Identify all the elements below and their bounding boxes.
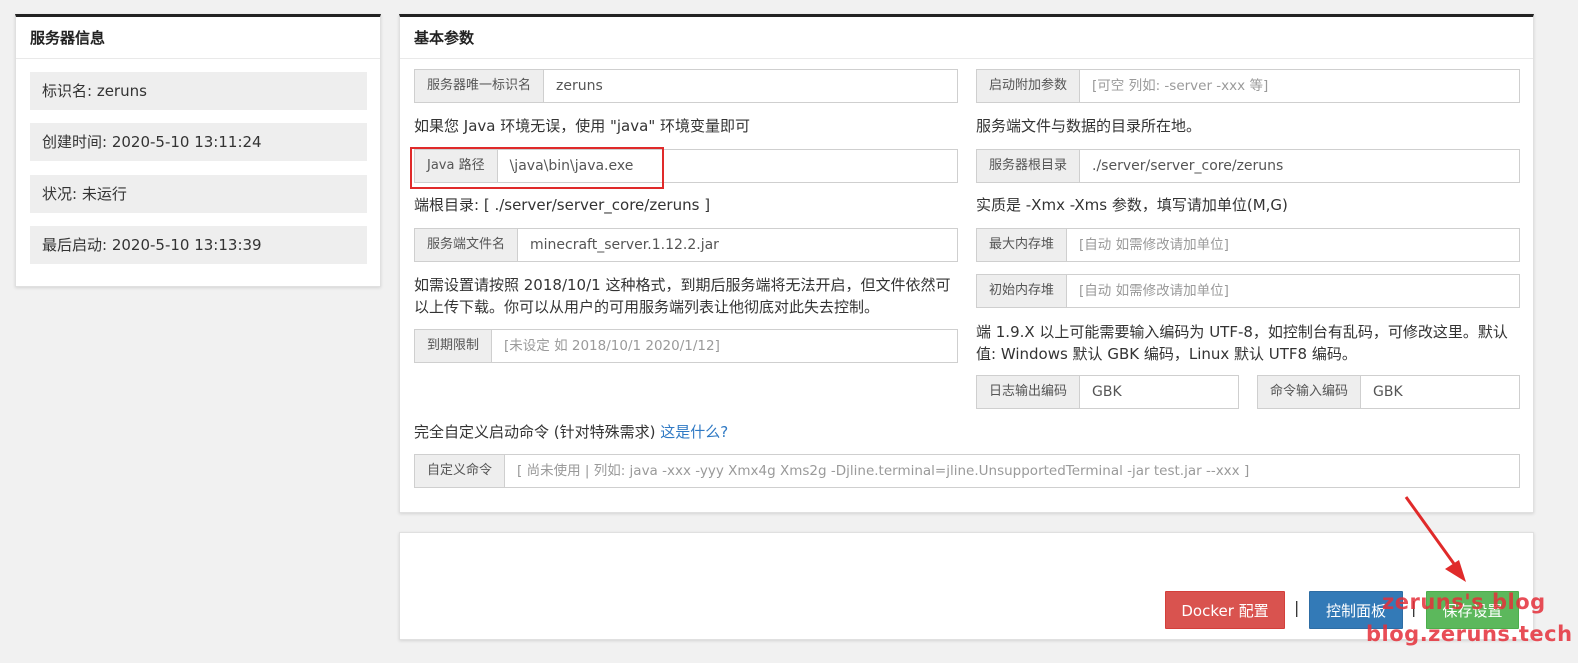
watermark-line2: blog.zeruns.tech <box>1366 622 1573 646</box>
watermark-line1: zeruns's blog <box>1382 590 1546 614</box>
annotation-arrow-icon <box>1404 496 1466 582</box>
